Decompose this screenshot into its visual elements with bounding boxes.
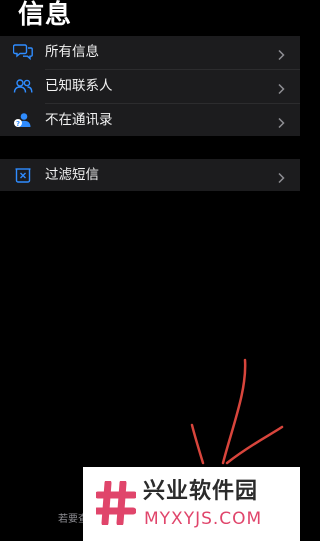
chevron-right-icon [276, 114, 286, 129]
menu-item-label: 已知联系人 [45, 78, 113, 94]
unknown-contact-icon: ? [13, 111, 33, 129]
menu-item-not-in-contacts[interactable]: ? 不在通讯录 [0, 104, 300, 136]
menu-item-all-messages[interactable]: 所有信息 [0, 36, 300, 68]
message-categories-group: 所有信息 已知联系人 ? 不在通讯录 [0, 36, 300, 136]
red-swoosh-decoration [190, 358, 284, 465]
menu-item-filter-sms[interactable]: 过滤短信 [0, 159, 300, 191]
page-title: 信息 [18, 0, 73, 30]
menu-item-label: 所有信息 [45, 44, 99, 60]
svg-text:?: ? [16, 120, 20, 128]
filter-group: 过滤短信 [0, 159, 300, 191]
chevron-right-icon [276, 80, 286, 95]
watermark-name: 兴业软件园 [143, 479, 259, 504]
chevron-right-icon [276, 169, 286, 184]
hash-logo-icon [96, 481, 136, 525]
watermark-banner: 兴业软件园 MYXYJS.COM [83, 467, 300, 541]
menu-item-label: 过滤短信 [45, 167, 99, 183]
chat-bubbles-icon [13, 43, 33, 61]
contacts-icon [13, 77, 33, 95]
menu-item-label: 不在通讯录 [45, 112, 113, 128]
menu-item-known-contacts[interactable]: 已知联系人 [0, 70, 300, 102]
filter-box-icon [13, 166, 33, 184]
watermark-url: MYXYJS.COM [144, 509, 263, 529]
chevron-right-icon [276, 46, 286, 61]
